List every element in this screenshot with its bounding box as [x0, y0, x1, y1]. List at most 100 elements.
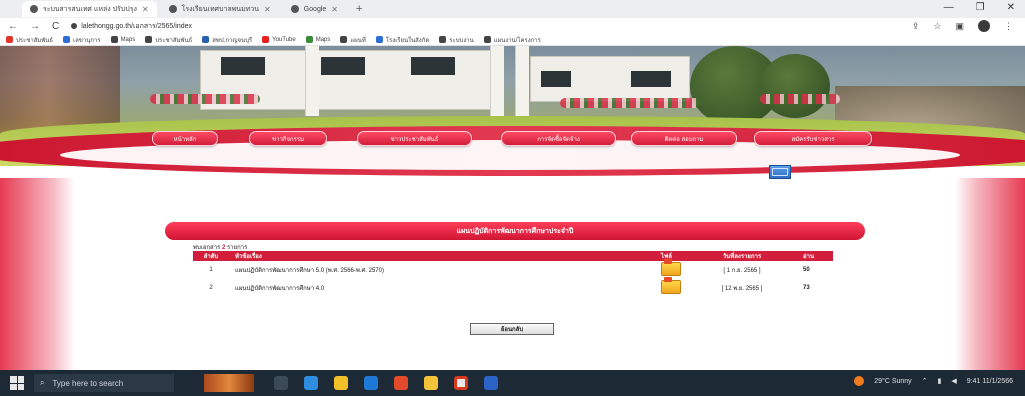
menu-announcements[interactable]: ข่าวประชาสัมพันธ์	[357, 131, 472, 146]
date-cell: [ 1 ก.ย. 2565 ]	[723, 268, 761, 274]
browser-tab-bar: ระบบสารสนเทศ แหล่ง ปรับปรุง ✕ โรงเรียนเท…	[0, 0, 1025, 18]
task-view-icon[interactable]	[274, 376, 288, 390]
school-building-wing	[530, 56, 690, 102]
file-icon[interactable]	[661, 277, 681, 294]
left-side-decoration	[0, 178, 75, 370]
system-tray: 29°C Sunny ⌃ ▮ ◀ 9:41 11/1/2566	[854, 376, 1013, 386]
bookmark-item[interactable]: Maps	[305, 36, 330, 43]
windows-icon[interactable]	[10, 376, 24, 390]
mail-icon[interactable]	[769, 165, 791, 179]
share-icon[interactable]: ⇪	[912, 21, 920, 32]
forward-icon[interactable]: →	[30, 21, 40, 32]
browser-tab[interactable]: โรงเรียนเทศบาลพนมทวน ✕	[161, 1, 279, 17]
bookmark-item[interactable]: เลขานุการ	[63, 35, 101, 45]
bookmark-label: Maps	[120, 36, 136, 43]
back-button[interactable]: ย้อนกลับ	[470, 323, 554, 335]
taskbar-apps	[274, 376, 498, 390]
profile-avatar[interactable]	[978, 20, 990, 32]
column-header: อ่าน	[797, 251, 833, 261]
lock-icon	[71, 23, 78, 29]
close-icon[interactable]: ✕	[264, 5, 271, 14]
mail-app-icon[interactable]	[394, 376, 408, 390]
table-row: 2 แผนปฏิบัติการพัฒนาการศึกษา 4.0 [ 12 พ.…	[193, 277, 833, 297]
menu-contact[interactable]: ติดต่อ สอบถาม	[631, 131, 737, 146]
close-window-icon[interactable]: ✕	[1007, 2, 1015, 13]
close-icon[interactable]: ✕	[331, 5, 338, 14]
bookmark-item[interactable]: ระบบงาน	[439, 35, 474, 45]
bookmark-item[interactable]: โรงเรียนในสังกัด	[375, 35, 429, 45]
views-cell: 50	[803, 267, 810, 273]
folder-icon[interactable]	[424, 376, 438, 390]
header-wave	[0, 118, 1025, 178]
bookmark-label: เลขานุการ	[73, 37, 101, 44]
right-side-decoration	[955, 178, 1025, 370]
menu-icon[interactable]: ⋮	[1004, 21, 1013, 32]
bookmark-item[interactable]: แผนที่	[340, 35, 366, 45]
bookmark-label: สพป.กาญจนบุรี	[212, 37, 253, 44]
browser-toolbar-right: ⇪ ☆ ▣ ⋮	[912, 20, 1013, 32]
bookmark-item[interactable]: YouTube	[262, 36, 296, 43]
chevron-up-icon[interactable]: ⌃	[922, 377, 928, 385]
bookmark-label: ประชาสัมพันธ์	[16, 37, 54, 44]
bookmark-item[interactable]: ประชาสัมพันธ์	[145, 35, 192, 45]
file-icon[interactable]	[661, 259, 681, 276]
store-icon[interactable]	[364, 376, 378, 390]
edge-icon[interactable]	[304, 376, 318, 390]
menu-subscribe[interactable]: สมัครรับข่าวสาร	[754, 131, 872, 146]
menu-news[interactable]: ข่าวกิจกรรม	[249, 131, 327, 146]
bookmark-icon	[483, 36, 491, 43]
bookmark-icon	[110, 36, 118, 43]
sidebar-icon[interactable]: ▣	[955, 21, 964, 32]
reload-icon[interactable]: C	[52, 21, 59, 32]
file-explorer-icon[interactable]	[334, 376, 348, 390]
star-icon[interactable]: ☆	[933, 21, 941, 32]
document-title-link[interactable]: แผนปฏิบัติการพัฒนาการศึกษา 4.0	[229, 279, 655, 297]
address-bar-row: ← → C lalethongg.go.th/เอกสาร/2565/index…	[0, 18, 1025, 34]
bookmark-item[interactable]: Maps	[110, 36, 136, 43]
window-controls: — ❐ ✕	[944, 2, 1015, 13]
taskbar-widget-image[interactable]	[204, 374, 254, 392]
page-title: แผนปฏิบัติการพัฒนาการศึกษาประจำปี	[165, 222, 865, 240]
volume-icon[interactable]: ◀	[951, 377, 956, 385]
minimize-icon[interactable]: —	[944, 2, 954, 13]
document-table: ลำดับ หัวข้อเรื่อง ไฟล์ วันที่ลงรายการ อ…	[193, 251, 833, 297]
network-icon[interactable]: ▮	[938, 377, 942, 385]
bookmark-label: ระบบงาน	[449, 37, 474, 44]
menu-procurement[interactable]: การจัดซื้อจัดจ้าง	[501, 131, 616, 146]
word-icon[interactable]	[484, 376, 498, 390]
tab-label: โรงเรียนเทศบาลพนมทวน	[181, 5, 260, 13]
row-number: 2	[209, 285, 213, 291]
globe-icon	[168, 5, 177, 13]
file-cell	[655, 277, 687, 297]
clock[interactable]: 9:41 11/1/2566	[967, 378, 1013, 385]
bookmark-label: YouTube	[272, 36, 296, 43]
table-row: 1 แผนปฏิบัติการพัฒนาการศึกษา 5.0 (พ.ศ. 2…	[193, 259, 833, 279]
globe-icon	[290, 5, 299, 13]
date-cell: [ 12 พ.ย. 2565 ]	[721, 286, 763, 292]
url-text: lalethongg.go.th/เอกสาร/2565/index	[81, 22, 192, 30]
bookmark-item[interactable]: สพป.กาญจนบุรี	[202, 35, 252, 45]
weather-text[interactable]: 29°C Sunny	[874, 378, 911, 385]
chrome-icon[interactable]	[454, 376, 468, 390]
menu-home[interactable]: หน้าหลัก	[152, 131, 218, 146]
bookmark-icon	[63, 36, 71, 43]
maximize-icon[interactable]: ❐	[976, 2, 985, 13]
bookmark-icon	[439, 36, 447, 43]
bookmark-label: แผนที่	[350, 37, 366, 44]
browser-tab[interactable]: Google ✕	[283, 1, 346, 17]
back-icon[interactable]: ←	[8, 21, 18, 32]
document-title-link[interactable]: แผนปฏิบัติการพัฒนาการศึกษา 5.0 (พ.ศ. 256…	[229, 261, 655, 279]
column-header: วันที่ลงรายการ	[687, 251, 797, 261]
bookmark-icon	[340, 36, 348, 43]
close-icon[interactable]: ✕	[142, 5, 149, 14]
bookmark-item[interactable]: แผนงาน/โครงการ	[483, 35, 541, 45]
weather-icon	[854, 376, 865, 386]
url-field[interactable]: lalethongg.go.th/เอกสาร/2565/index	[71, 21, 371, 32]
browser-tab[interactable]: ระบบสารสนเทศ แหล่ง ปรับปรุง ✕	[22, 1, 157, 17]
bookmark-label: แผนงาน/โครงการ	[493, 37, 541, 44]
new-tab-button[interactable]: +	[350, 3, 368, 15]
table-header-row: ลำดับ หัวข้อเรื่อง ไฟล์ วันที่ลงรายการ อ…	[193, 251, 833, 261]
bookmark-icon	[145, 36, 153, 43]
bookmark-item[interactable]: ประชาสัมพันธ์	[6, 35, 53, 45]
taskbar-search[interactable]: ⌕ Type here to search	[34, 374, 174, 392]
